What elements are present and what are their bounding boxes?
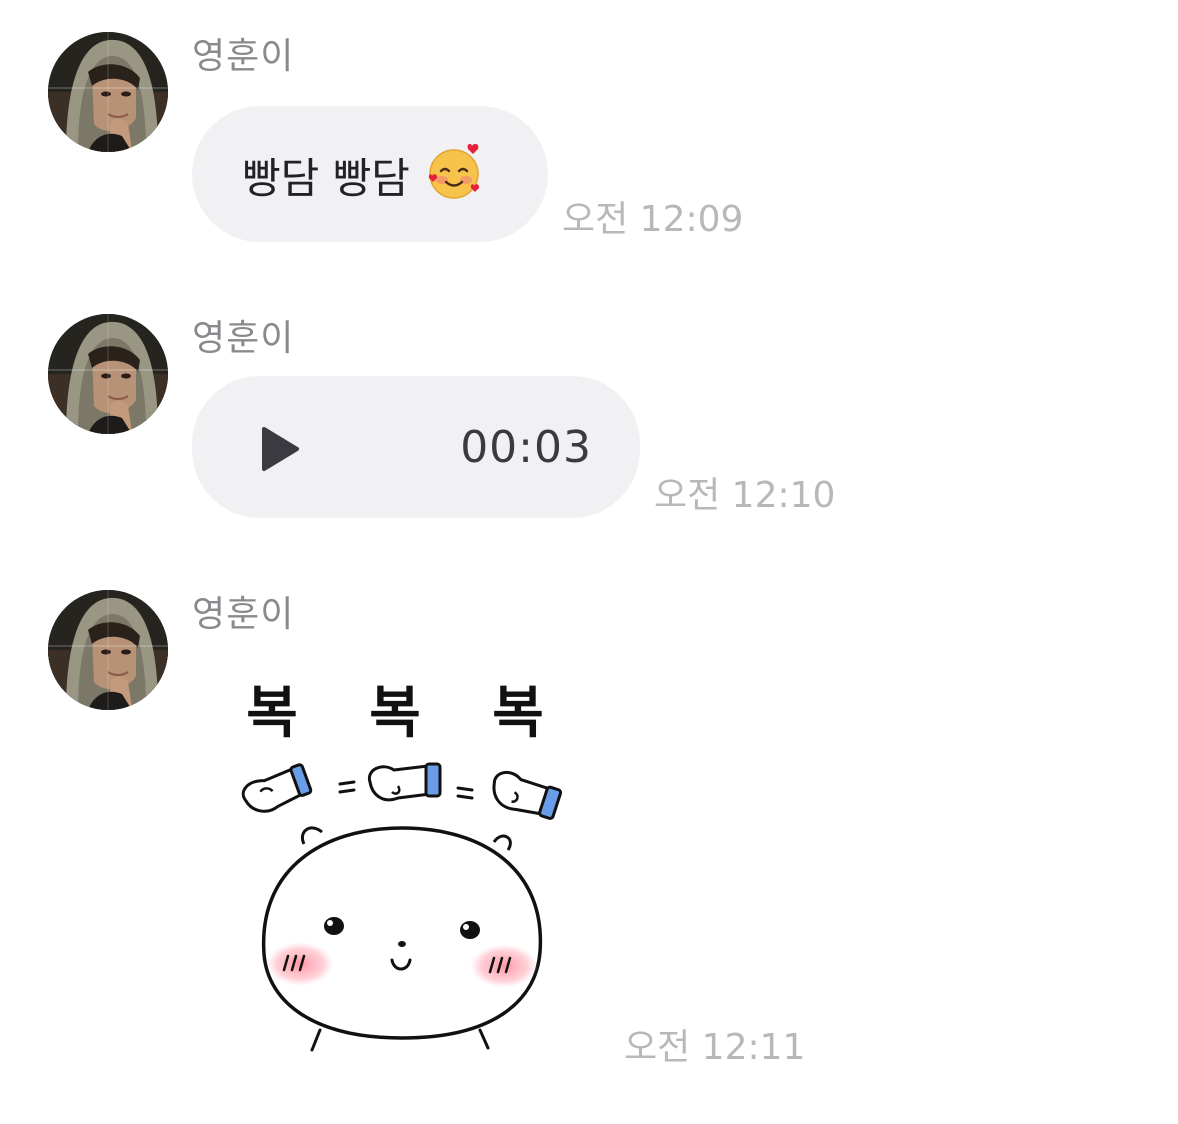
avatar[interactable] — [48, 314, 168, 434]
avatar-photo-icon — [48, 590, 168, 710]
voice-duration: 00:03 — [460, 422, 592, 473]
message-bubble[interactable]: 빵담 빵담 — [192, 106, 548, 242]
sticker-text: 복 복 복 — [246, 681, 570, 746]
sender-name: 영훈이 — [192, 318, 295, 359]
message-timestamp: 오전 12:11 — [624, 1027, 806, 1068]
avatar-photo-icon — [48, 32, 168, 152]
mitten-right-icon — [492, 771, 563, 820]
mitten-left-icon — [241, 763, 313, 813]
sticker-image[interactable]: 복 복 복 — [232, 672, 572, 1062]
sender-name: 영훈이 — [192, 36, 295, 77]
mitten-center-icon — [367, 762, 442, 802]
play-icon[interactable] — [260, 426, 300, 472]
message-timestamp: 오전 12:10 — [654, 475, 836, 516]
patting-bunny-sticker-icon: 복 복 복 — [241, 681, 570, 1052]
avatar[interactable] — [48, 590, 168, 710]
voice-message-bubble[interactable]: 00:03 — [192, 376, 640, 518]
message-timestamp: 오전 12:09 — [562, 199, 744, 240]
bunny-icon — [261, 826, 543, 1052]
message-text-row: 빵담 빵담 — [242, 143, 484, 213]
sender-name: 영훈이 — [192, 594, 295, 635]
smiling-face-with-hearts-icon — [424, 142, 484, 213]
avatar-photo-icon — [48, 314, 168, 434]
avatar[interactable] — [48, 32, 168, 152]
message-text: 빵담 빵담 — [242, 154, 410, 203]
